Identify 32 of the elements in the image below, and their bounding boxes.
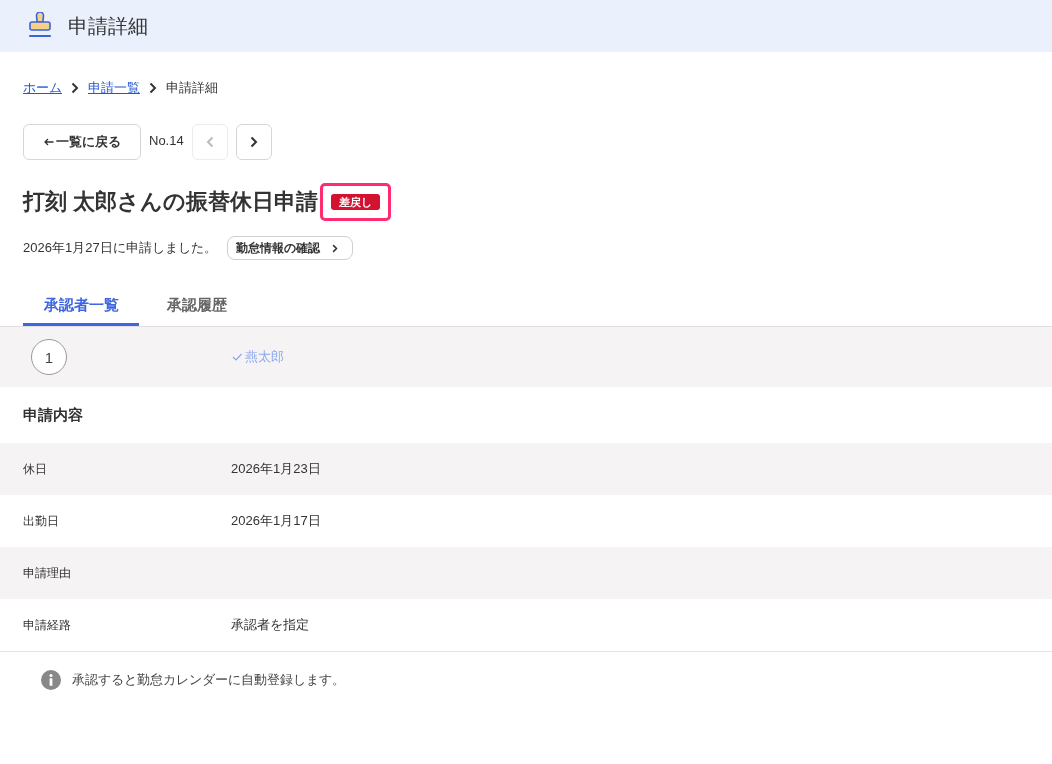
field-value: 2026年1月17日 — [231, 512, 321, 530]
application-title: 打刻 太郎さんの振替休日申請 — [23, 188, 319, 216]
chevron-right-icon — [149, 82, 157, 94]
field-label: 出勤日 — [23, 512, 60, 530]
submitted-date-text: 2026年1月27日に申請しました。 — [23, 239, 217, 257]
status-badge: 差戻し — [331, 194, 381, 210]
arrow-left-icon — [43, 138, 54, 146]
chevron-left-icon — [205, 136, 214, 148]
tab[interactable]: 承認履歴 — [139, 290, 255, 326]
step-number: 1 — [31, 339, 67, 375]
back-to-list-button[interactable]: 一覧に戻る — [23, 124, 141, 160]
stamp-icon — [28, 12, 52, 40]
field-value: 承認者を指定 — [231, 616, 309, 634]
application-number: No.14 — [149, 133, 184, 148]
breadcrumb-link[interactable]: ホーム — [23, 79, 62, 97]
page-title: 申請詳細 — [68, 13, 148, 39]
section-title: 申請内容 — [22, 404, 84, 425]
field-value: 2026年1月23日 — [231, 460, 321, 478]
chevron-right-icon — [249, 136, 258, 148]
chevron-right-icon — [331, 243, 338, 253]
breadcrumb-link[interactable]: 申請一覧 — [88, 79, 140, 97]
check-icon — [232, 353, 242, 361]
field-label: 休日 — [23, 460, 48, 478]
notice-text: 承認すると勤怠カレンダーに自動登録します。 — [72, 671, 345, 689]
breadcrumb-current: 申請詳細 — [166, 79, 218, 97]
field-label: 申請理由 — [23, 564, 72, 582]
attendance-info-button[interactable]: 勤怠情報の確認 — [226, 236, 353, 260]
next-button[interactable] — [235, 124, 272, 160]
field-label: 申請経路 — [23, 616, 72, 634]
info-icon — [41, 670, 61, 690]
chevron-right-icon — [71, 82, 79, 94]
approver-name: 燕太郎 — [232, 348, 284, 366]
